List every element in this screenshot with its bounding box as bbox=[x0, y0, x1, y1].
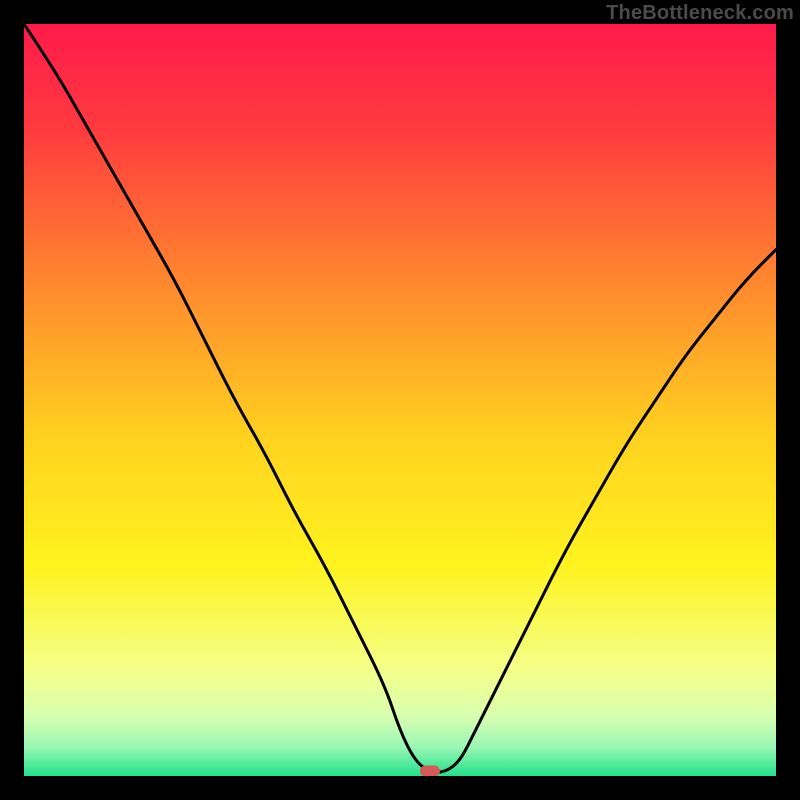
bottleneck-curve-path bbox=[24, 24, 776, 772]
chart-frame: TheBottleneck.com bbox=[0, 0, 800, 800]
plot-area bbox=[24, 24, 776, 776]
bottleneck-curve bbox=[24, 24, 776, 776]
optimal-point-marker bbox=[420, 766, 440, 776]
watermark-text: TheBottleneck.com bbox=[606, 2, 794, 25]
